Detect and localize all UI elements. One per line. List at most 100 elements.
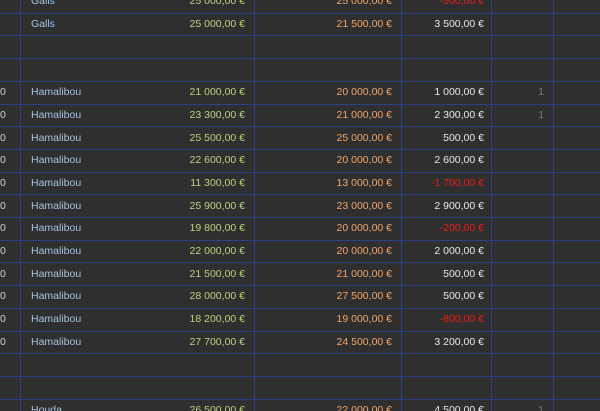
name-cell[interactable]: Hamalibou [31,104,81,127]
difference-cell[interactable]: 3 200,00 € [434,331,484,354]
budget-cell[interactable]: 28 000,00 € [190,285,245,308]
row-edge-cell[interactable]: 0 [0,240,6,263]
row-edge-cell[interactable]: 0 [0,262,6,285]
table-row[interactable]: 0 Hamalibou 27 700,00 € 24 500,00 € 3 200,00… [0,331,600,354]
name-cell[interactable]: Hamalibou [31,126,81,149]
row-edge-cell[interactable] [0,376,6,399]
actual-cell[interactable]: 20 000,00 € [337,149,392,172]
difference-cell[interactable]: 500,00 € [443,285,484,308]
name-cell[interactable]: Hamalibou [31,240,81,263]
budget-cell[interactable]: 22 000,00 € [190,240,245,263]
actual-cell[interactable]: 22 000,00 € [337,399,392,411]
difference-cell[interactable]: 4 500,00 € [434,399,484,411]
table-row[interactable] [0,353,600,376]
budget-cell[interactable]: 23 300,00 € [190,104,245,127]
table-row[interactable]: 0 Hamalibou 25 900,00 € 23 000,00 € 2 900,00… [0,194,600,217]
actual-cell[interactable]: 24 500,00 € [337,331,392,354]
name-cell[interactable]: Houda [31,399,62,411]
row-edge-cell[interactable]: 0 [0,149,6,172]
table-row[interactable]: 0 Hamalibou 25 500,00 € 25 000,00 € 500,00 € [0,126,600,149]
actual-cell[interactable]: 13 000,00 € [337,172,392,195]
spreadsheet-grid[interactable]: Galls 25 000,00 €25 000,00 € -500,00 € Gall… [0,0,600,411]
table-row[interactable] [0,35,600,58]
actual-cell[interactable]: 20 000,00 € [337,217,392,240]
actual-cell[interactable]: 19 000,00 € [337,308,392,331]
table-row[interactable]: 0 Hamalibou 28 000,00 € 27 500,00 € 500,00 € [0,285,600,308]
actual-cell[interactable]: 25 000,00 € [337,0,392,13]
actual-cell[interactable]: 21 000,00 € [337,262,392,285]
difference-cell[interactable]: -200,00 € [440,217,484,240]
difference-cell[interactable]: 500,00 € [443,126,484,149]
budget-cell[interactable]: 27 700,00 € [190,331,245,354]
name-cell[interactable]: Hamalibou [31,308,81,331]
flag-cell[interactable]: 1 [538,399,544,411]
budget-cell[interactable]: 18 200,00 € [190,308,245,331]
actual-cell[interactable]: 21 000,00 € [337,104,392,127]
table-row[interactable]: 0 Hamalibou 21 000,00 € 20 000,00 € 1 000,00… [0,81,600,104]
name-cell[interactable]: Hamalibou [31,217,81,240]
name-cell[interactable]: Hamalibou [31,262,81,285]
row-edge-cell[interactable] [0,58,6,81]
name-cell[interactable]: Hamalibou [31,285,81,308]
name-cell[interactable]: Hamalibou [31,149,81,172]
actual-cell[interactable]: 27 500,00 € [337,285,392,308]
table-row[interactable]: 0 Hamalibou 19 800,00 € 20 000,00 € -200,00 … [0,217,600,240]
budget-cell[interactable]: 26 500,00 € [190,399,245,411]
difference-cell[interactable]: -1 700,00 € [431,172,484,195]
row-edge-cell[interactable]: 0 [0,126,6,149]
flag-cell[interactable]: 1 [538,104,544,127]
table-row[interactable]: Galls 25 000,00 € 21 500,00 € 3 500,00 € [0,13,600,36]
difference-cell[interactable]: 3 500,00 € [434,13,484,36]
difference-cell[interactable]: 2 300,00 € [434,104,484,127]
table-row[interactable]: Galls 25 000,00 € 25 000,00 € -500,00 € [0,0,600,13]
row-edge-cell[interactable]: 0 [0,81,6,104]
row-edge-cell[interactable]: 0 [0,331,6,354]
table-row[interactable]: 0 Hamalibou 22 600,00 € 20 000,00 € 2 600,00… [0,149,600,172]
name-cell[interactable]: Hamalibou [31,172,81,195]
name-cell[interactable]: Hamalibou [31,331,81,354]
table-row[interactable] [0,376,600,399]
budget-cell[interactable]: 11 300,00 € [190,172,245,195]
row-edge-cell[interactable]: 0 [0,308,6,331]
actual-cell[interactable]: 20 000,00 € [337,81,392,104]
budget-cell[interactable]: 19 800,00 € [190,217,245,240]
actual-cell[interactable]: 25 000,00 € [337,126,392,149]
budget-cell[interactable]: 25 500,00 € [190,126,245,149]
table-row[interactable]: 0 Hamalibou 18 200,00 € 19 000,00 € -800,00 … [0,308,600,331]
actual-cell[interactable]: 23 000,00 € [337,194,392,217]
budget-cell[interactable]: 25 000,00 € [190,13,245,36]
row-edge-cell[interactable]: 0 [0,194,6,217]
budget-cell[interactable]: 21 500,00 € [190,262,245,285]
row-edge-cell[interactable]: 0 [0,285,6,308]
name-cell[interactable]: Galls [31,13,55,36]
row-edge-cell[interactable]: 0 [0,104,6,127]
flag-cell[interactable]: 1 [538,81,544,104]
difference-cell[interactable]: -500,00 € [440,0,484,13]
budget-cell[interactable]: 21 000,00 € [190,81,245,104]
name-cell[interactable]: Hamalibou [31,194,81,217]
row-edge-cell[interactable]: 0 [0,217,6,240]
row-edge-cell[interactable] [0,35,6,58]
row-edge-cell[interactable] [0,13,6,36]
table-row[interactable] [0,58,600,81]
difference-cell[interactable]: 2 000,00 € [434,240,484,263]
difference-cell[interactable]: -800,00 € [440,308,484,331]
actual-cell[interactable]: 20 000,00 € [337,240,392,263]
row-edge-cell[interactable] [0,353,6,376]
table-row[interactable]: Houda 26 500,00 € 22 000,00 € 4 500,00 € 1 [0,399,600,411]
table-row[interactable]: 0 Hamalibou 21 500,00 € 21 000,00 € 500,00 € [0,262,600,285]
table-row[interactable]: 0 Hamalibou 11 300,00 € 13 000,00 € -1 700,0… [0,172,600,195]
row-edge-cell[interactable] [0,0,6,13]
table-row[interactable]: 0 Hamalibou 22 000,00 € 20 000,00 € 2 000,00… [0,240,600,263]
row-edge-cell[interactable]: 0 [0,172,6,195]
difference-cell[interactable]: 1 000,00 € [434,81,484,104]
budget-cell[interactable]: 25 900,00 € [190,194,245,217]
actual-cell[interactable]: 21 500,00 € [337,13,392,36]
difference-cell[interactable]: 2 600,00 € [434,149,484,172]
difference-cell[interactable]: 500,00 € [443,262,484,285]
row-edge-cell[interactable] [0,399,6,411]
difference-cell[interactable]: 2 900,00 € [434,194,484,217]
name-cell[interactable]: Galls [31,0,55,13]
budget-cell[interactable]: 25 000,00 € [190,0,245,13]
budget-cell[interactable]: 22 600,00 € [190,149,245,172]
